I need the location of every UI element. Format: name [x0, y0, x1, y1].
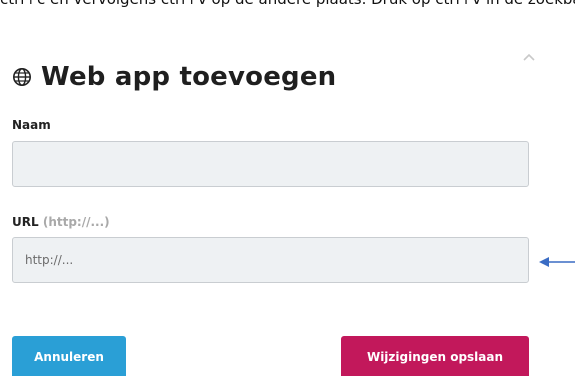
url-input[interactable] [12, 237, 529, 283]
url-label: URL [12, 215, 39, 229]
url-label-row: URL (http://...) [12, 215, 110, 229]
cancel-button[interactable]: Annuleren [12, 336, 126, 376]
chevron-up-icon[interactable] [522, 52, 536, 62]
globe-icon [13, 68, 31, 86]
background-document-text: ctrl+c en vervolgens ctrl+v op de andere… [0, 0, 575, 8]
page: ctrl+c en vervolgens ctrl+v op de andere… [0, 0, 575, 376]
dialog-header: Web app toevoegen [12, 58, 336, 96]
save-changes-button[interactable]: Wijzigingen opslaan [341, 336, 529, 376]
arrow-left-icon [539, 257, 575, 267]
dialog-title: Web app toevoegen [41, 62, 337, 92]
name-input[interactable] [12, 141, 529, 187]
name-label: Naam [12, 118, 51, 132]
url-hint: (http://...) [42, 215, 110, 229]
